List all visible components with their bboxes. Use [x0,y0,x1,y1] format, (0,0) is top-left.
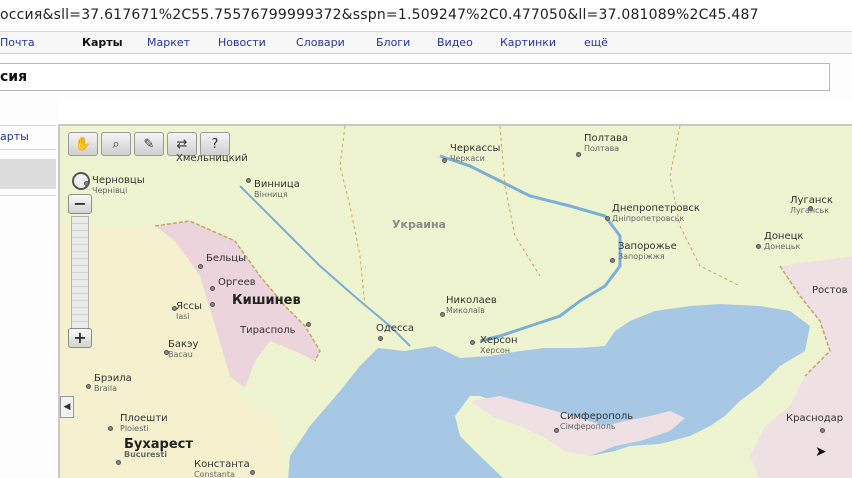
city-label: Краснодар [786,413,844,424]
city-dot [210,302,215,307]
city-label: Черновцы Чернівці [92,175,145,196]
city-label: Херсон Херсон [480,335,518,356]
hand-icon[interactable]: ✋ [68,132,98,156]
nav-item-maps[interactable]: Карты [82,36,123,49]
city-label-capital: Кишинев [232,293,301,308]
zoom-box-icon[interactable]: ⌕ [101,132,131,156]
city-dot [198,264,203,269]
city-dot [605,216,610,221]
city-label: Луганск Луганськ [790,195,833,216]
city-dot [820,428,825,433]
city-dot [108,426,113,431]
service-nav: Почта Карты Маркет Новости Словари Блоги… [0,32,852,54]
divider [0,149,56,150]
url-text: оссия&sll=37.617671%2C55.75576799999372&… [0,7,759,23]
city-dot [210,286,215,291]
zoom-slider[interactable] [71,216,89,336]
city-dot [610,258,615,263]
city-label-capital: Бухарест Bucuresti [124,437,193,459]
collapse-panel-button[interactable]: ◀ [60,396,74,418]
divider [0,125,56,126]
mouse-cursor-icon: ➤ [815,444,827,460]
city-dot [306,322,311,327]
city-label: Николаев Миколаїв [446,295,497,316]
city-label: Яссы Iasi [176,301,202,322]
city-label: Запорожье Запоріжжя [618,241,677,262]
city-label: Оргеев [218,277,256,288]
city-label: Плоешти Ploiesti [120,413,168,434]
nav-item-mail[interactable]: Почта [0,36,35,49]
city-dot [84,181,89,186]
city-dot [470,340,475,345]
city-label: Днепропетровск Дніпропетровськ [612,203,700,224]
nav-item-blogs[interactable]: Блоги [376,36,410,49]
city-label: Ростов [812,285,848,296]
sidebar-tab-maps[interactable]: арты [0,130,29,143]
city-label: Брэила Braila [94,373,132,394]
nav-item-dictionaries[interactable]: Словари [296,36,345,49]
city-dot [442,158,447,163]
city-dot [246,178,251,183]
nav-item-images[interactable]: Картинки [500,36,556,49]
city-dot [86,384,91,389]
city-label: Винница Вінниця [254,179,300,200]
nav-item-video[interactable]: Видео [437,36,473,49]
city-dot [576,152,581,157]
zoom-control: − + [68,182,94,350]
search-box [0,63,830,91]
map-canvas[interactable]: ✋ ⌕ ✎ ⇄ ? − + ◀ Украина Хмельницкий Черн… [58,124,852,478]
left-panel: арты [0,97,58,478]
city-label: Полтава Полтава [584,133,629,154]
city-dot [250,470,255,475]
sidebar-selected-row[interactable] [0,159,56,189]
city-label: Донецк Донецьк [764,231,804,252]
city-dot [116,460,121,465]
city-label: Симферополь Сімферополь [560,411,634,432]
zoom-out-button[interactable]: − [68,194,92,214]
nav-item-market[interactable]: Маркет [147,36,190,49]
city-label: Одесса [376,323,415,334]
city-label: Бельцы [206,253,246,264]
zoom-in-button[interactable]: + [68,328,92,348]
nav-item-more[interactable]: ещё [584,36,608,49]
city-label: Хмельницкий [176,153,248,164]
address-bar[interactable]: оссия&sll=37.617671%2C55.75576799999372&… [0,0,852,32]
nav-item-news[interactable]: Новости [218,36,266,49]
city-dot [756,244,761,249]
ruler-icon[interactable]: ✎ [134,132,164,156]
city-label: Черкассы Черкаси [450,143,501,164]
divider [0,195,56,196]
city-label: Бакэу Bacau [168,339,199,360]
search-row [0,55,852,97]
search-input[interactable] [0,64,829,90]
city-label: Константа Constanta [194,459,250,478]
city-dot [554,428,559,433]
city-dot [440,312,445,317]
city-label: Тирасполь [240,325,296,336]
country-label: Украина [392,218,446,231]
city-dot [378,336,383,341]
